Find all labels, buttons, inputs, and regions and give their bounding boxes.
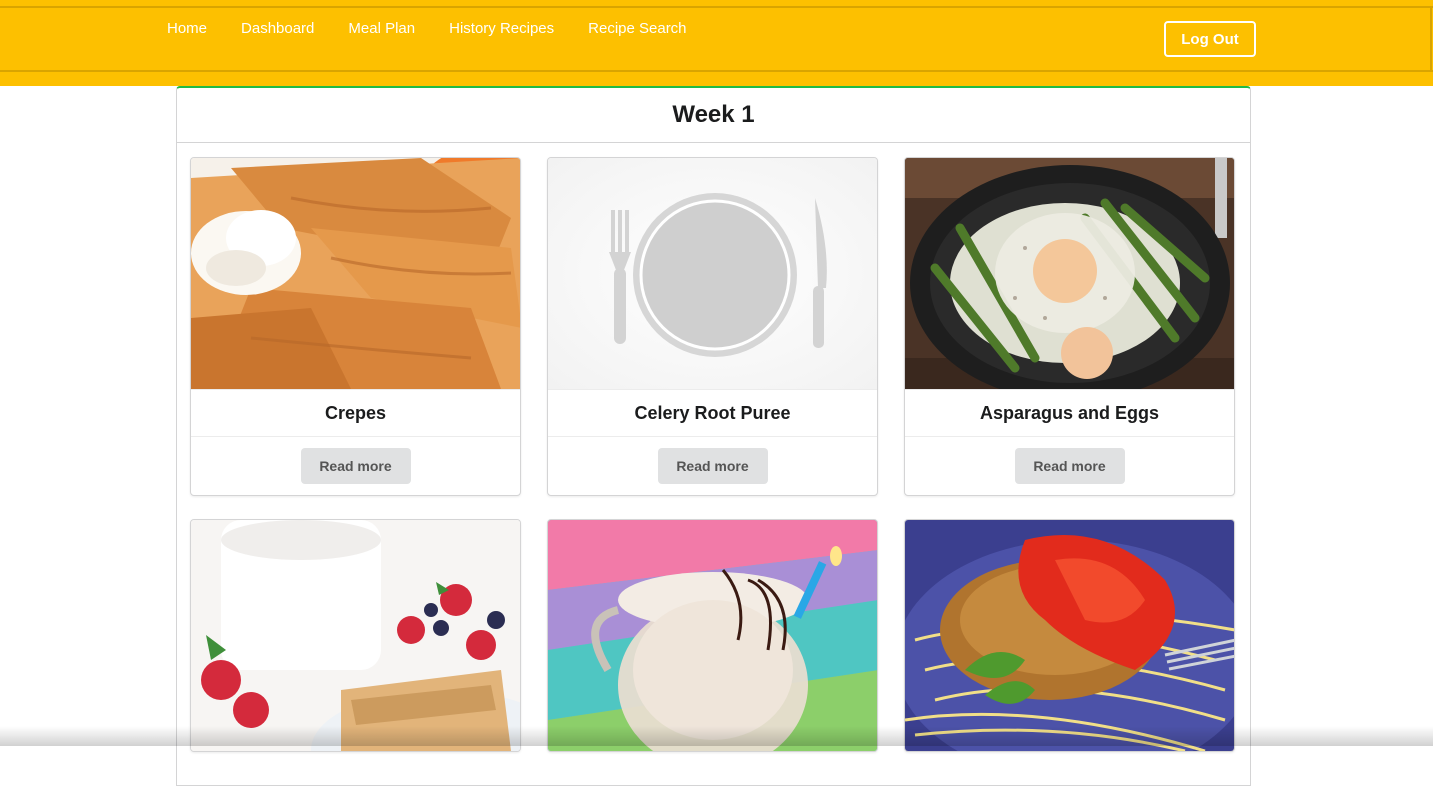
recipe-card [547, 519, 878, 752]
navbar-border-bottom [0, 70, 1433, 72]
navbar-border-right [1430, 6, 1432, 72]
nav-history-recipes[interactable]: History Recipes [449, 20, 554, 38]
read-more-button[interactable]: Read more [300, 448, 411, 484]
nav-dashboard[interactable]: Dashboard [241, 20, 314, 38]
asparagus-eggs-photo[interactable] [905, 158, 1234, 389]
card-actions: Read more [191, 437, 520, 495]
card-actions: Read more [905, 437, 1234, 495]
viewport-bottom-shadow [0, 726, 1433, 746]
week-panel: Week 1 Crepes Read more Celery Root Pure… [176, 86, 1251, 786]
main-nav: Home Dashboard Meal Plan History Recipes… [167, 20, 721, 38]
recipe-card [190, 519, 521, 752]
recipe-card: Asparagus and Eggs Read more [904, 157, 1235, 496]
read-more-button[interactable]: Read more [657, 448, 768, 484]
pancakes-berries-photo[interactable] [191, 520, 520, 751]
top-navbar: Home Dashboard Meal Plan History Recipes… [0, 0, 1433, 86]
nav-meal-plan[interactable]: Meal Plan [348, 20, 415, 38]
nav-home[interactable]: Home [167, 20, 207, 38]
panel-header: Week 1 [177, 88, 1250, 143]
crepes-photo[interactable] [191, 158, 520, 389]
logout-button[interactable]: Log Out [1164, 21, 1256, 57]
card-actions: Read more [548, 437, 877, 495]
recipe-card [904, 519, 1235, 752]
recipe-title[interactable]: Asparagus and Eggs [905, 389, 1234, 437]
recipe-card: Crepes Read more [190, 157, 521, 496]
recipe-title[interactable]: Crepes [191, 389, 520, 437]
recipe-card: Celery Root Puree Read more [547, 157, 878, 496]
coconut-drink-photo[interactable] [548, 520, 877, 751]
chicken-spaghetti-photo[interactable] [905, 520, 1234, 751]
read-more-button[interactable]: Read more [1014, 448, 1125, 484]
week-title: Week 1 [672, 101, 755, 128]
plate-placeholder-icon[interactable] [548, 158, 877, 389]
nav-recipe-search[interactable]: Recipe Search [588, 20, 686, 38]
recipe-title[interactable]: Celery Root Puree [548, 389, 877, 437]
navbar-border-top [0, 6, 1433, 8]
